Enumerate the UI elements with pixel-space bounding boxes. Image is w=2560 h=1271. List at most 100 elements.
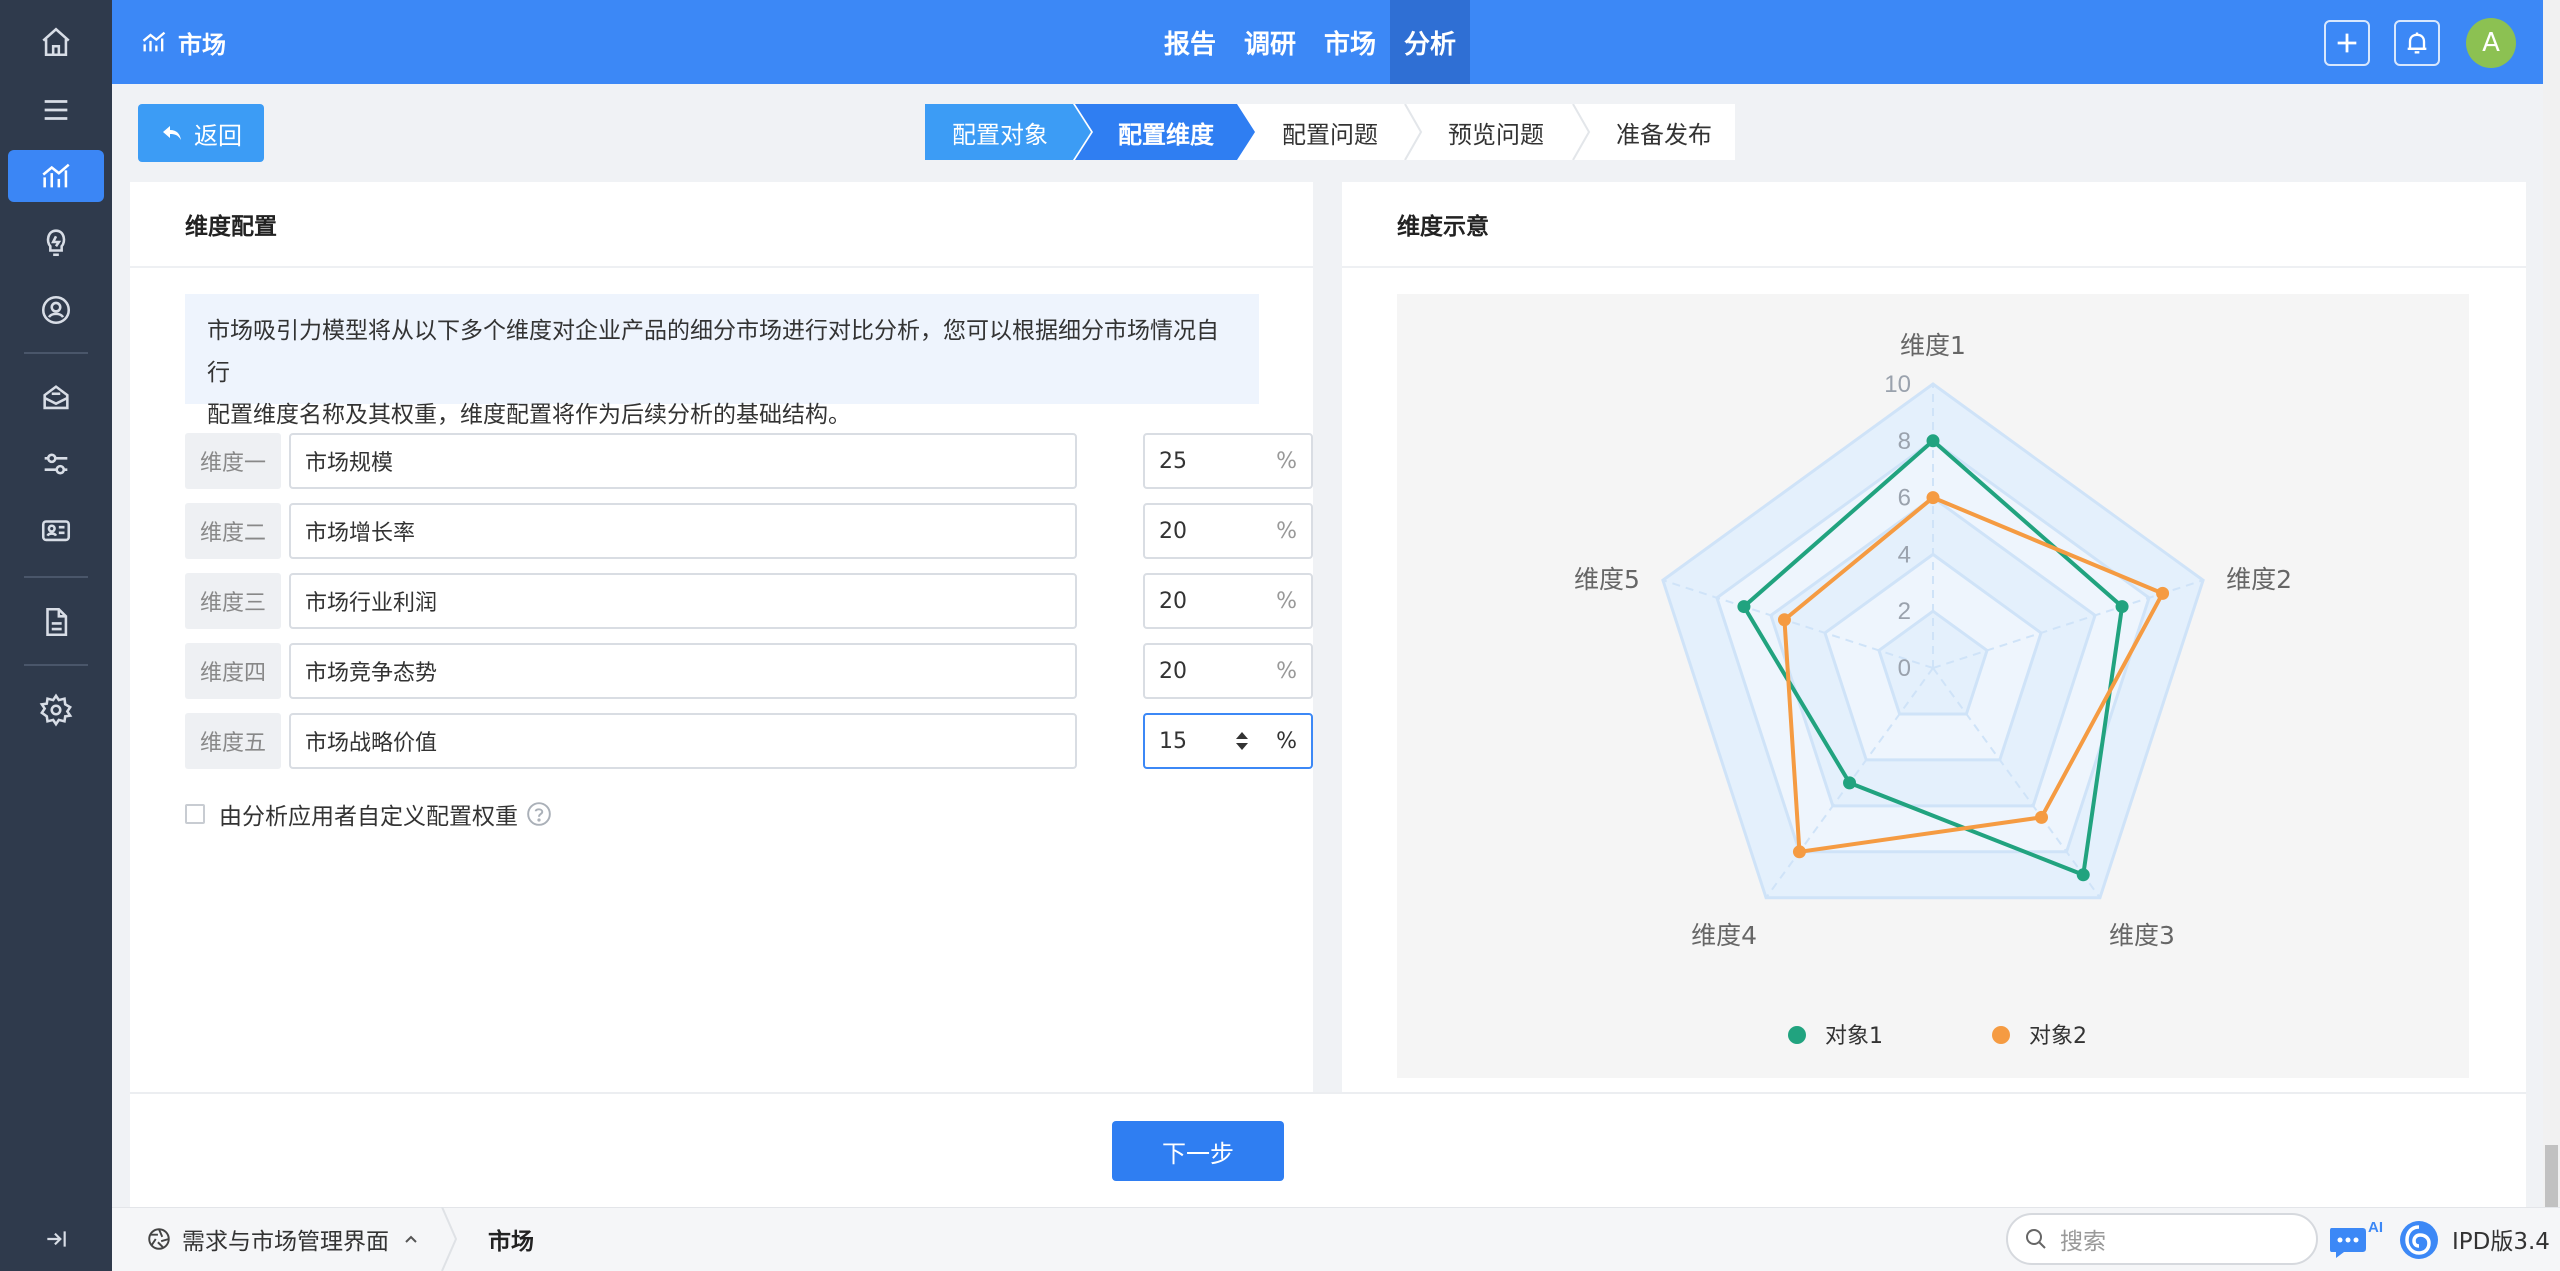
legend-marker (1992, 1026, 2010, 1044)
radar-data-point (1792, 845, 1806, 859)
next-step-button[interactable]: 下一步 (1112, 1121, 1284, 1181)
tab-market[interactable]: 市场 (1310, 0, 1390, 84)
breadcrumb-home[interactable]: 需求与市场管理界面 (146, 1207, 389, 1271)
number-spinner-icon[interactable] (1233, 729, 1251, 753)
aperture-icon (148, 1228, 170, 1250)
dimension-row: 维度三 市场行业利润 20 % (185, 573, 1313, 629)
radar-data-point (1843, 776, 1857, 790)
dimension-label: 维度二 (185, 503, 281, 559)
lightbulb-icon[interactable] (8, 216, 104, 268)
custom-weight-option: 由分析应用者自定义配置权重 (185, 794, 552, 834)
version-label: IPD版3.4 (2452, 1229, 2550, 1255)
radar-tick-label: 4 (1898, 541, 1911, 568)
weight-value: 25 (1159, 448, 1187, 474)
dimension-row: 维度五 市场战略价值 15 % (185, 713, 1313, 769)
sidebar-item-analysis[interactable] (8, 150, 104, 202)
ipd-logo (2400, 1221, 2438, 1259)
help-icon[interactable] (526, 801, 552, 827)
home-icon[interactable] (8, 16, 104, 68)
dimension-preview-panel: 维度示意 0 2 4 6 8 10 维度1 维度2 维度3 维度4 维度5 对象1 对象2 (1342, 182, 2526, 1092)
step-config-object[interactable]: 配置对象 (925, 104, 1075, 160)
search-input[interactable]: 搜索 (2006, 1213, 2318, 1265)
dimension-name-input[interactable]: 市场战略价值 (289, 713, 1077, 769)
tab-analysis[interactable]: 分析 (1390, 0, 1471, 84)
sliders-icon[interactable] (8, 438, 104, 490)
collapse-sidebar-button[interactable] (0, 1207, 112, 1271)
percent-unit: % (1276, 518, 1297, 544)
legend-marker (1788, 1026, 1806, 1044)
radar-data-point (1737, 600, 1751, 614)
dimension-name-input[interactable]: 市场行业利润 (289, 573, 1077, 629)
settings-icon[interactable] (8, 684, 104, 736)
step-wizard: 配置对象 配置维度 配置问题 预览问题 准备发布 (925, 104, 1735, 160)
scrollbar-track[interactable] (2543, 0, 2560, 1207)
panel-title: 维度配置 (185, 214, 277, 240)
sidebar (0, 0, 112, 1271)
menu-icon[interactable] (8, 84, 104, 136)
dimension-name-input[interactable]: 市场规模 (289, 433, 1077, 489)
brand: 市场 (140, 0, 226, 84)
chart-icon (42, 163, 70, 188)
mail-icon[interactable] (8, 372, 104, 424)
radar-data-point (2115, 600, 2129, 614)
step-prepare-publish[interactable]: 准备发布 (1589, 104, 1739, 160)
radar-data-point (1777, 613, 1791, 627)
dimension-label: 维度五 (185, 713, 281, 769)
footer-bar (130, 1092, 2526, 1207)
tab-research[interactable]: 调研 (1230, 0, 1310, 84)
weight-value: 20 (1159, 658, 1187, 684)
custom-weight-label: 由分析应用者自定义配置权重 (219, 804, 518, 830)
breadcrumb-current: 市场 (488, 1229, 534, 1255)
back-button[interactable]: 返回 (138, 104, 264, 162)
custom-weight-checkbox[interactable] (185, 804, 205, 824)
radar-data-point (2035, 810, 2049, 824)
radar-tick-label: 0 (1898, 655, 1911, 682)
radar-tick-label: 8 (1898, 428, 1911, 455)
dimension-weight-input[interactable]: 15 % (1143, 713, 1313, 769)
percent-unit: % (1276, 448, 1297, 474)
step-config-dimension[interactable]: 配置维度 (1091, 104, 1241, 160)
percent-unit: % (1276, 728, 1297, 754)
radar-data-point (1926, 491, 1940, 505)
dimension-label: 维度四 (185, 643, 281, 699)
radar-axis-label: 维度3 (2109, 921, 2175, 950)
radar-axis-label: 维度2 (2226, 565, 2292, 594)
dimension-name-input[interactable]: 市场增长率 (289, 503, 1077, 559)
step-config-question[interactable]: 配置问题 (1255, 104, 1405, 160)
breadcrumb-home-label: 需求与市场管理界面 (182, 1229, 389, 1255)
market-chart-icon (142, 31, 166, 52)
radar-chart-container: 0 2 4 6 8 10 维度1 维度2 维度3 维度4 维度5 对象1 对象2 (1397, 294, 2469, 1078)
radar-data-point (1926, 434, 1940, 448)
scrollbar-thumb[interactable] (2545, 1145, 2558, 1207)
arrow-to-right-icon (47, 1231, 66, 1247)
chevron-up-icon[interactable] (404, 1226, 418, 1252)
document-icon[interactable] (8, 596, 104, 648)
plus-icon (2337, 33, 2357, 53)
avatar[interactable]: A (2466, 18, 2516, 68)
weight-value: 15 (1159, 728, 1187, 754)
ai-chat-icon[interactable]: AI (2328, 1216, 2384, 1262)
radar-axis-label: 维度4 (1691, 921, 1757, 950)
bell-icon (2407, 32, 2427, 54)
dimension-weight-input[interactable]: 20 % (1143, 643, 1313, 699)
dimension-weight-input[interactable]: 25 % (1143, 433, 1313, 489)
dimension-name-input[interactable]: 市场竞争态势 (289, 643, 1077, 699)
dimension-weight-input[interactable]: 20 % (1143, 573, 1313, 629)
legend-label: 对象2 (2029, 1024, 2087, 1049)
radar-data-point (2156, 586, 2170, 600)
notifications-button[interactable] (2394, 20, 2440, 66)
dimension-label: 维度一 (185, 433, 281, 489)
panel-title: 维度示意 (1397, 214, 1489, 240)
brand-title: 市场 (178, 30, 226, 59)
dimension-weight-input[interactable]: 20 % (1143, 503, 1313, 559)
step-preview-question[interactable]: 预览问题 (1421, 104, 1571, 160)
id-card-icon[interactable] (8, 504, 104, 556)
add-button[interactable] (2324, 20, 2370, 66)
dimension-config-panel: 维度配置 市场吸引力模型将从以下多个维度对企业产品的细分市场进行对比分析，您可以… (130, 182, 1313, 1092)
description: 市场吸引力模型将从以下多个维度对企业产品的细分市场进行对比分析，您可以根据细分市… (185, 294, 1259, 428)
description-line-2: 配置维度名称及其权重，维度配置将作为后续分析的基础结构。 (207, 402, 851, 428)
ai-badge: AI (2368, 1219, 2383, 1236)
tab-report[interactable]: 报告 (1150, 0, 1230, 84)
user-circle-icon[interactable] (8, 284, 104, 336)
radar-axis-label: 维度1 (1900, 331, 1966, 360)
